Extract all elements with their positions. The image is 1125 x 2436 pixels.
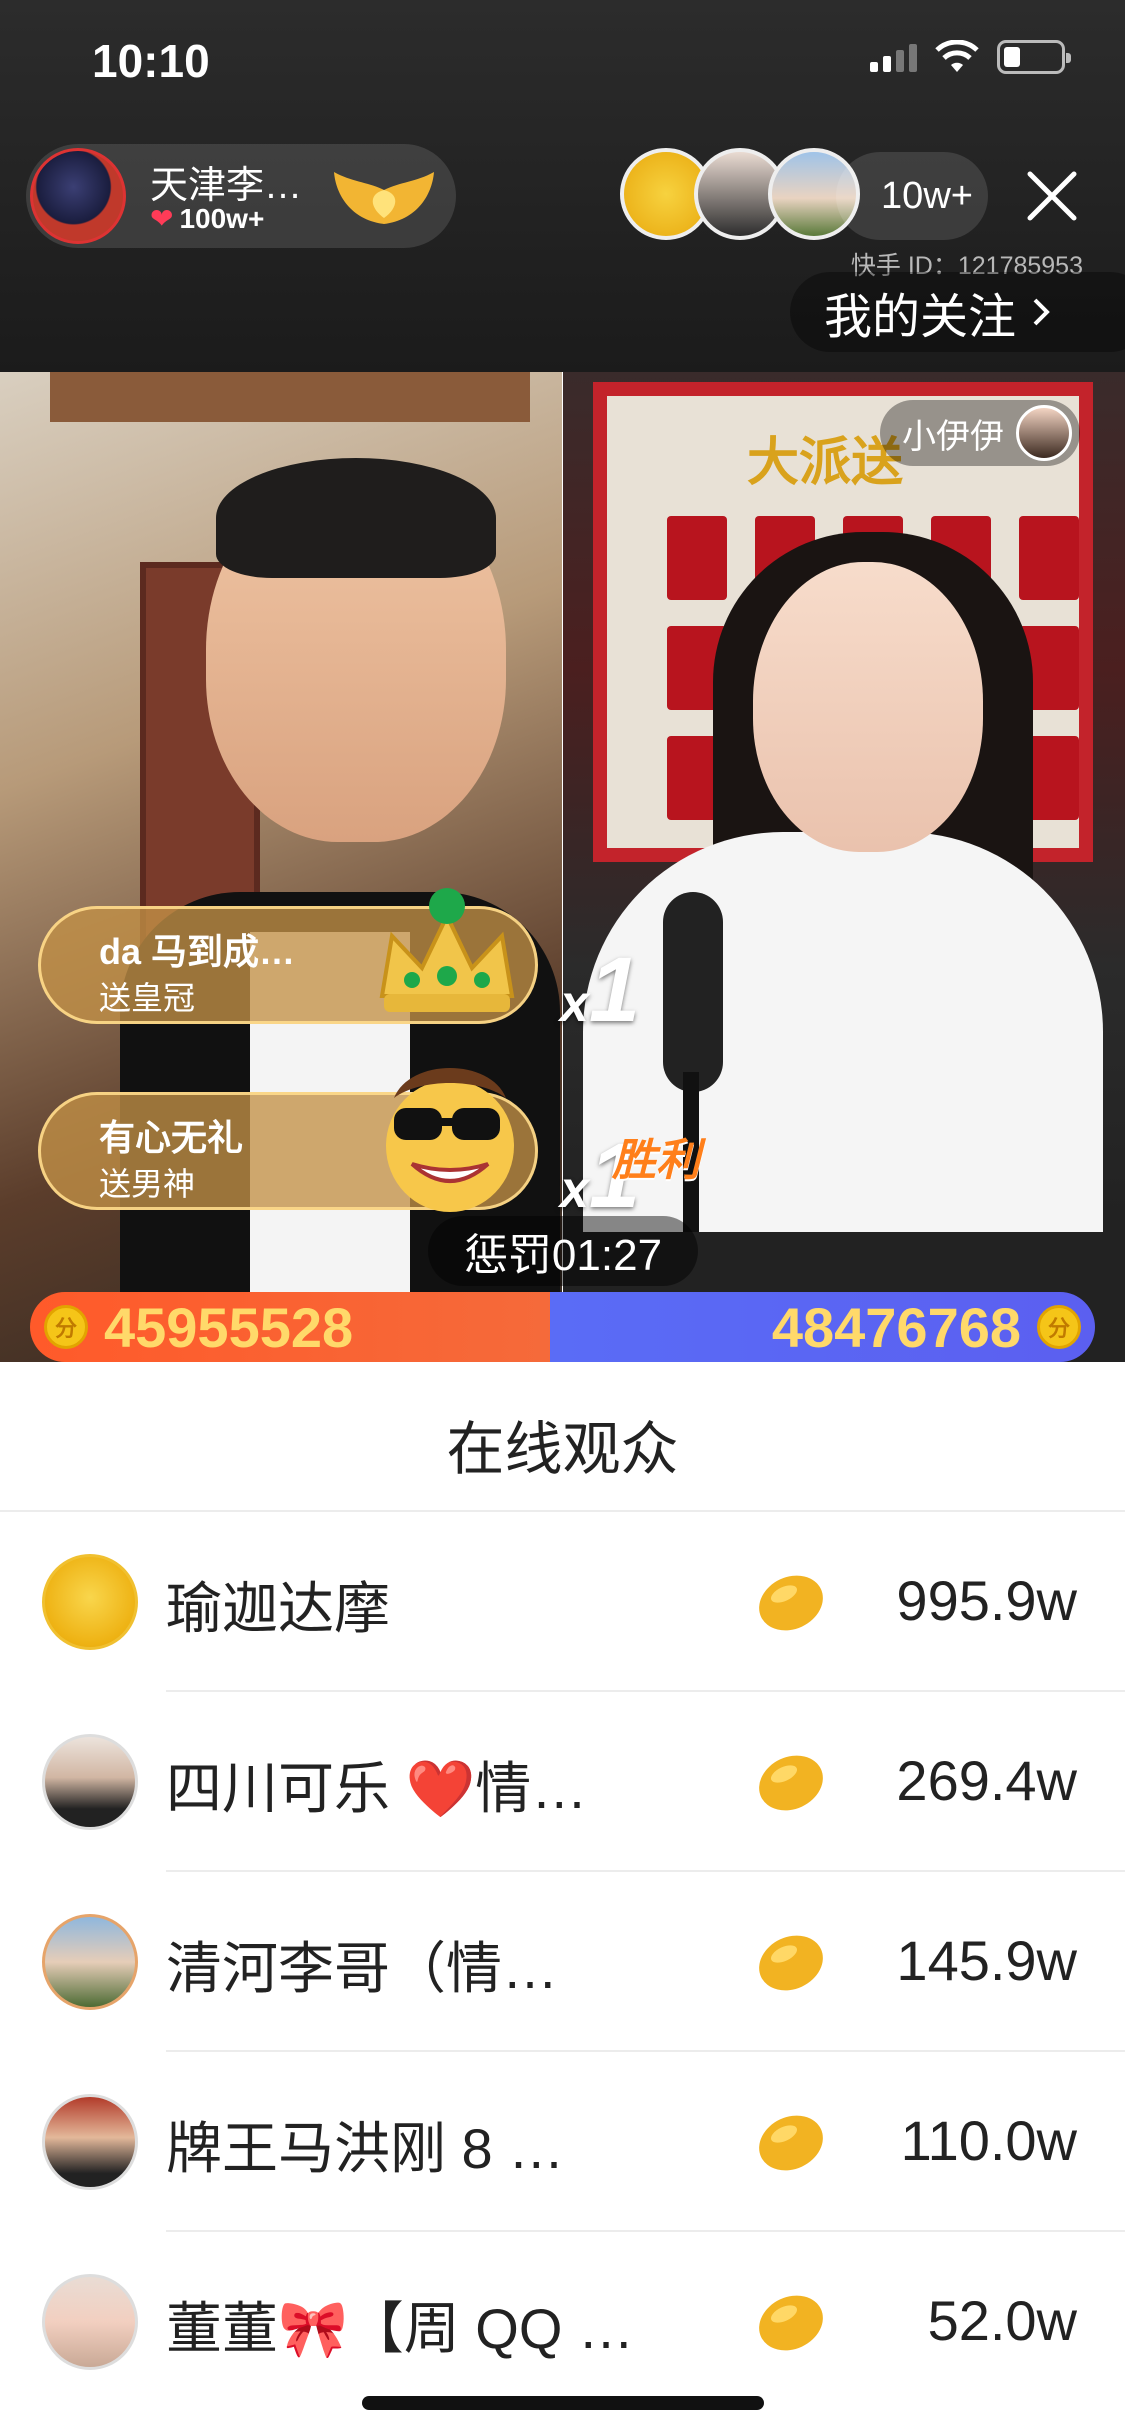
gift-sender: da 马到成… xyxy=(99,931,296,972)
pk-left-score: 45955528 xyxy=(104,1295,354,1359)
audience-avatar[interactable] xyxy=(42,1914,138,2010)
audience-name: 董董🎀【周 QQ … xyxy=(166,2297,634,2360)
opponent-face xyxy=(753,562,983,852)
heart-icon: ❤ xyxy=(150,203,174,234)
my-follow-label: 我的关注 xyxy=(824,291,1017,344)
top-header: 10:10 天津李… ❤ 100w+ 10w+ 快手 ID：121785953 xyxy=(0,0,1125,372)
audience-score: 269.4w xyxy=(896,1749,1077,1812)
host-hair xyxy=(216,458,496,578)
audience-avatar[interactable] xyxy=(42,1554,138,1650)
audience-score: 145.9w xyxy=(896,1929,1077,1992)
audience-name: 牌王马洪刚 8 … xyxy=(166,2117,565,2180)
pk-video-area[interactable]: 大派送 小伊伊 da 马到成… 送皇冠 x1 有心无礼 送男神 x1 胜利 惩罚… xyxy=(0,372,1125,1362)
my-follow-button[interactable]: 我的关注 xyxy=(790,272,1125,352)
ceiling-decor xyxy=(50,372,530,422)
audience-row[interactable]: 四川可乐 ❤️情… 269.4w xyxy=(0,1692,1125,1872)
audience-row[interactable]: 董董🎀【周 QQ … 52.0w xyxy=(0,2232,1125,2412)
sheet-title: 在线观众 xyxy=(446,1417,679,1482)
signal-icon xyxy=(870,42,917,72)
punish-timer: 惩罚01:27 xyxy=(428,1216,698,1286)
gift-count-n: 1 xyxy=(588,939,641,1041)
bean-icon xyxy=(759,1575,823,1631)
coin-icon: 分 xyxy=(1037,1305,1081,1349)
audience-row[interactable]: 牌王马洪刚 8 … 110.0w xyxy=(0,2052,1125,2232)
gift-count-x: x xyxy=(560,975,589,1033)
pk-score-bar: 分 45955528 48476768 分 xyxy=(30,1292,1095,1362)
bean-icon xyxy=(759,2295,823,2351)
audience-name: 瑜迦达摩 xyxy=(166,1577,390,1640)
microphone xyxy=(663,892,723,1092)
opponent-avatar[interactable] xyxy=(1016,405,1072,461)
gift-count: x1 xyxy=(560,938,640,1043)
audience-score: 110.0w xyxy=(900,2109,1077,2172)
audience-avatar[interactable] xyxy=(42,2274,138,2370)
pk-left-side: 分 45955528 xyxy=(30,1292,550,1362)
host-likes: ❤ 100w+ xyxy=(150,202,264,235)
host-info-pill[interactable]: 天津李… ❤ 100w+ xyxy=(26,144,456,248)
audience-row[interactable]: 清河李哥（情… 145.9w xyxy=(0,1872,1125,2052)
home-indicator[interactable] xyxy=(362,2396,764,2410)
coin-icon: 分 xyxy=(44,1305,88,1349)
pk-right-side: 48476768 分 xyxy=(550,1292,1095,1362)
audience-score: 995.9w xyxy=(896,1569,1077,1632)
audience-avatar[interactable] xyxy=(42,2094,138,2190)
audience-score: 52.0w xyxy=(927,2289,1077,2352)
win-badge: 胜利 xyxy=(612,1136,700,1185)
pk-right-score: 48476768 xyxy=(771,1295,1021,1359)
crown-icon xyxy=(379,888,515,1012)
bean-icon xyxy=(759,2115,823,2171)
wifi-icon xyxy=(935,40,979,72)
gift-count-x: x xyxy=(560,1161,589,1219)
status-icons xyxy=(870,40,1071,74)
audience-row[interactable]: 瑜迦达摩 995.9w xyxy=(0,1512,1125,1692)
audience-avatar[interactable] xyxy=(42,1734,138,1830)
host-name: 天津李… xyxy=(150,165,303,207)
viewer-count-pill[interactable]: 10w+ xyxy=(836,152,988,240)
status-time: 10:10 xyxy=(92,35,210,87)
wings-icon[interactable] xyxy=(332,160,436,230)
battery-icon xyxy=(997,40,1071,74)
opponent-name: 小伊伊 xyxy=(902,417,1004,456)
host-likes-count: 100w+ xyxy=(179,202,265,234)
chevron-right-icon xyxy=(1033,298,1050,326)
bean-icon xyxy=(759,1755,823,1811)
close-icon[interactable] xyxy=(1020,164,1084,228)
online-audience-sheet: 在线观众 瑜迦达摩 995.9w 四川可乐 ❤️情… 269.4w 清河李哥（情… xyxy=(0,1362,1125,2436)
gift-action: 送男神 xyxy=(99,1166,196,1202)
audience-name: 清河李哥（情… xyxy=(166,1937,558,2000)
gift-sender: 有心无礼 xyxy=(99,1117,244,1158)
audience-name: 四川可乐 ❤️情… xyxy=(166,1757,588,1820)
bean-icon xyxy=(759,1935,823,1991)
host-avatar[interactable] xyxy=(30,148,126,244)
cool-guy-gift-icon xyxy=(386,1068,514,1212)
gift-action: 送皇冠 xyxy=(99,980,196,1016)
opponent-video-pane[interactable]: 大派送 xyxy=(563,372,1125,1362)
opponent-tag[interactable]: 小伊伊 xyxy=(880,400,1080,466)
